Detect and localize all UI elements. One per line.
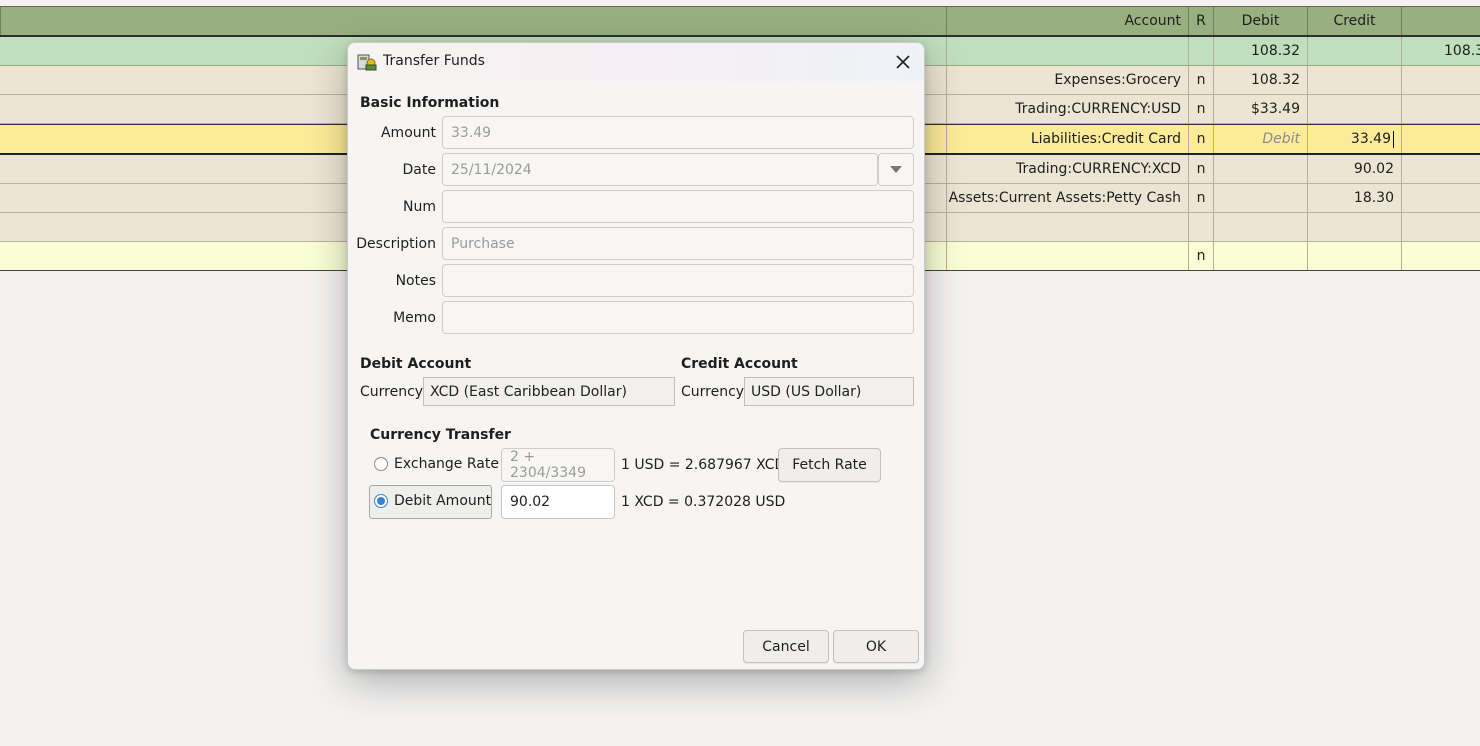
credit-currency-label: Currency xyxy=(681,384,745,400)
row-balance xyxy=(1401,95,1480,123)
row-account[interactable] xyxy=(946,213,1188,241)
row-credit[interactable] xyxy=(1307,66,1401,94)
row-account[interactable]: Expenses:Grocery xyxy=(946,66,1188,94)
debit-amount-field[interactable]: 90.02 xyxy=(501,485,615,519)
row-debit[interactable]: $33.49 xyxy=(1213,95,1307,123)
credit-value: 33.49 xyxy=(1350,131,1391,147)
row-account[interactable]: Trading:CURRENCY:XCD xyxy=(946,155,1188,183)
memo-field[interactable] xyxy=(442,301,914,334)
row-debit[interactable] xyxy=(1213,213,1307,241)
row-account[interactable]: Trading:CURRENCY:USD xyxy=(946,95,1188,123)
row-balance xyxy=(1401,66,1480,94)
row-debit[interactable] xyxy=(1213,155,1307,183)
row-debit[interactable]: 108.32 xyxy=(1213,37,1307,65)
debit-currency-label: Currency xyxy=(360,384,424,400)
exchange-rate-text: 1 USD = 2.687967 XCD xyxy=(621,457,786,473)
row-account[interactable] xyxy=(946,37,1188,65)
row-balance: 108.32 xyxy=(1401,37,1480,65)
inverse-rate-text: 1 XCD = 0.372028 USD xyxy=(621,494,786,510)
row-credit[interactable]: 33.49 xyxy=(1307,125,1401,153)
row-reconcile[interactable]: n xyxy=(1188,66,1213,94)
row-reconcile[interactable] xyxy=(1188,37,1213,65)
row-debit[interactable] xyxy=(1213,242,1307,270)
header-r[interactable]: R xyxy=(1188,7,1213,35)
debit-account-heading: Debit Account xyxy=(360,356,472,372)
row-account[interactable]: Assets:Current Assets:Petty Cash xyxy=(946,184,1188,212)
date-dropdown-button[interactable] xyxy=(878,153,914,186)
close-button[interactable] xyxy=(890,49,916,75)
row-reconcile[interactable]: n xyxy=(1188,155,1213,183)
row-reconcile[interactable]: n xyxy=(1188,125,1213,153)
row-credit[interactable] xyxy=(1307,95,1401,123)
debit-placeholder: Debit xyxy=(1262,131,1300,147)
debit-amount-label: Debit Amount xyxy=(394,493,492,509)
exchange-rate-radio[interactable]: Exchange Rate xyxy=(374,456,499,472)
row-debit[interactable]: 108.32 xyxy=(1213,66,1307,94)
row-account[interactable]: Liabilities:Credit Card xyxy=(946,125,1188,153)
row-credit[interactable] xyxy=(1307,213,1401,241)
row-reconcile[interactable]: n xyxy=(1188,95,1213,123)
row-debit[interactable] xyxy=(1213,184,1307,212)
description-field[interactable]: Purchase xyxy=(442,227,914,260)
dialog-titlebar[interactable]: Transfer Funds xyxy=(348,43,924,81)
row-balance xyxy=(1401,184,1480,212)
dialog-title: Transfer Funds xyxy=(383,53,485,69)
row-credit[interactable]: 90.02 xyxy=(1307,155,1401,183)
radio-button-off xyxy=(374,457,388,471)
header-credit[interactable]: Credit xyxy=(1307,7,1401,35)
amount-field[interactable]: 33.49 xyxy=(442,116,914,149)
notes-field[interactable] xyxy=(442,264,914,297)
basic-information-heading: Basic Information xyxy=(360,95,500,111)
transfer-funds-icon xyxy=(357,52,377,72)
date-field[interactable]: 25/11/2024 xyxy=(442,153,878,186)
row-debit[interactable]: Debit xyxy=(1213,125,1307,153)
header-balance[interactable] xyxy=(1401,7,1480,35)
debit-amount-radio[interactable]: Debit Amount xyxy=(374,493,491,509)
fetch-rate-button[interactable]: Fetch Rate xyxy=(778,448,881,482)
register-header: Account R Debit Credit xyxy=(0,6,1480,37)
memo-label: Memo xyxy=(393,310,436,326)
amount-label: Amount xyxy=(380,125,436,141)
row-balance xyxy=(1401,242,1480,270)
header-debit[interactable]: Debit xyxy=(1213,7,1307,35)
row-balance xyxy=(1401,213,1480,241)
row-reconcile[interactable]: n xyxy=(1188,242,1213,270)
credit-account-heading: Credit Account xyxy=(681,356,798,372)
header-account[interactable]: Account xyxy=(946,7,1188,35)
description-label: Description xyxy=(356,236,436,252)
close-icon xyxy=(896,55,910,69)
text-cursor xyxy=(1393,130,1394,148)
chevron-down-icon xyxy=(890,165,902,173)
radio-button-on xyxy=(374,494,388,508)
date-label: Date xyxy=(402,162,436,178)
row-reconcile[interactable]: n xyxy=(1188,184,1213,212)
header-description-cell xyxy=(0,7,946,35)
num-label: Num xyxy=(403,199,436,215)
ok-button[interactable]: OK xyxy=(833,630,919,663)
currency-transfer-heading: Currency Transfer xyxy=(370,427,511,443)
row-balance xyxy=(1401,125,1480,153)
cancel-button[interactable]: Cancel xyxy=(743,630,829,663)
row-reconcile[interactable] xyxy=(1188,213,1213,241)
exchange-rate-field[interactable]: 2 + 2304/3349 xyxy=(501,448,615,482)
num-field[interactable] xyxy=(442,190,914,223)
exchange-rate-label: Exchange Rate xyxy=(394,456,499,472)
credit-currency-field[interactable]: USD (US Dollar) xyxy=(744,377,914,406)
row-credit[interactable] xyxy=(1307,242,1401,270)
notes-label: Notes xyxy=(395,273,436,289)
transfer-funds-dialog: Transfer Funds Basic Information Amount … xyxy=(347,42,925,670)
debit-currency-field[interactable]: XCD (East Caribbean Dollar) xyxy=(423,377,675,406)
row-balance xyxy=(1401,155,1480,183)
row-account[interactable] xyxy=(946,242,1188,270)
row-credit[interactable]: 18.30 xyxy=(1307,184,1401,212)
row-credit[interactable] xyxy=(1307,37,1401,65)
